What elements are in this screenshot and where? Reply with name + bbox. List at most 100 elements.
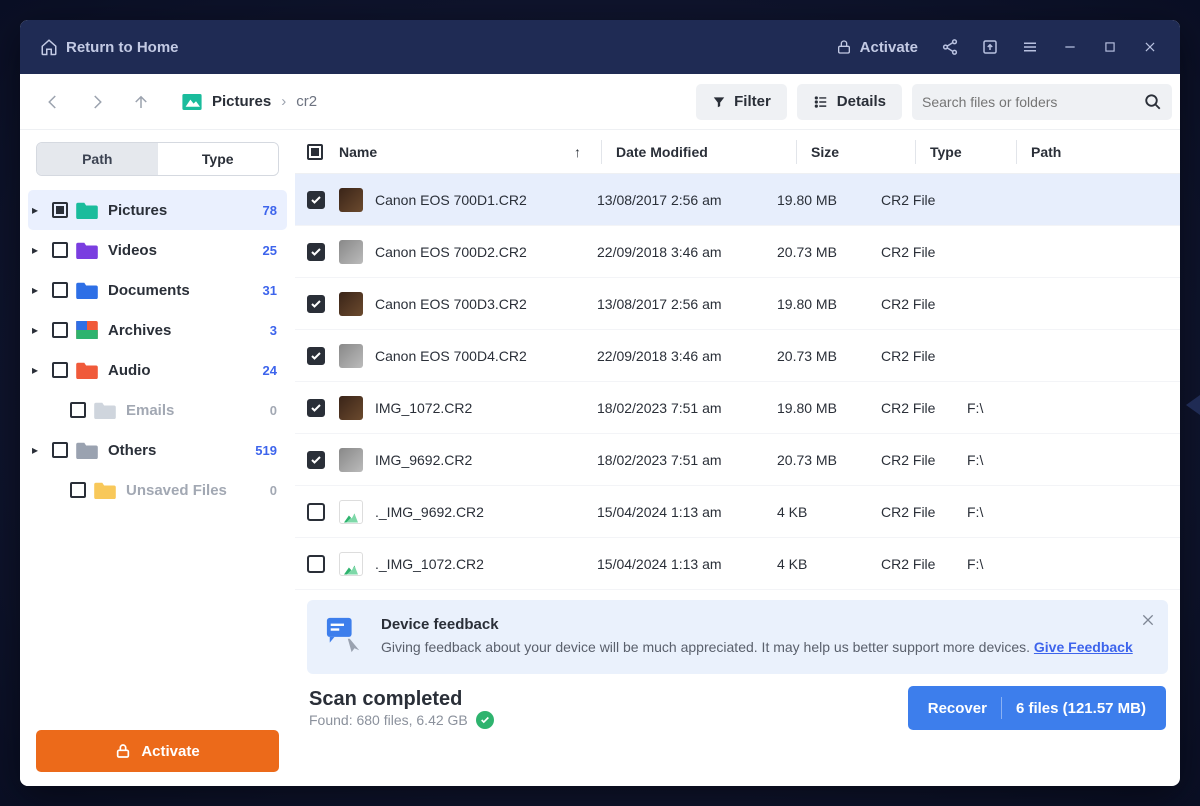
recover-button[interactable]: Recover 6 files (121.57 MB) <box>908 686 1166 730</box>
table-row[interactable]: IMG_9692.CR218/02/2023 7:51 am20.73 MBCR… <box>295 434 1180 486</box>
row-checkbox[interactable] <box>307 503 325 521</box>
toolbar: Pictures › cr2 Filter Details <box>20 74 1180 130</box>
breadcrumb-item[interactable]: cr2 <box>296 93 317 110</box>
minimize-button[interactable] <box>1050 27 1090 67</box>
checkbox[interactable] <box>52 322 68 338</box>
pictures-icon <box>182 94 202 110</box>
sidebar-item-audio[interactable]: ▸Audio24 <box>28 350 287 390</box>
row-checkbox[interactable] <box>307 295 325 313</box>
sidebar-item-unsaved-files[interactable]: ▸Unsaved Files0 <box>28 470 287 510</box>
file-name: IMG_1072.CR2 <box>375 400 597 416</box>
sidebar-item-documents[interactable]: ▸Documents31 <box>28 270 287 310</box>
column-path[interactable]: Path <box>1031 144 1180 160</box>
sidebar: Path Type ▸Pictures78▸Videos25▸Documents… <box>20 130 295 786</box>
tab-type[interactable]: Type <box>158 143 279 175</box>
row-checkbox[interactable] <box>307 451 325 469</box>
details-button[interactable]: Details <box>797 84 902 120</box>
check-circle-icon <box>476 711 494 729</box>
file-thumbnail <box>339 292 363 316</box>
table-row[interactable]: Canon EOS 700D1.CR213/08/2017 2:56 am19.… <box>295 174 1180 226</box>
search-box[interactable] <box>912 84 1172 120</box>
tab-path[interactable]: Path <box>37 143 158 175</box>
file-list: Name↑ Date Modified Size Type Path Canon… <box>295 130 1180 786</box>
sidebar-item-videos[interactable]: ▸Videos25 <box>28 230 287 270</box>
filter-button[interactable]: Filter <box>696 84 787 120</box>
file-path: F:\ <box>967 452 1180 468</box>
table-row[interactable]: Canon EOS 700D4.CR222/09/2018 3:46 am20.… <box>295 330 1180 382</box>
row-checkbox[interactable] <box>307 243 325 261</box>
activate-label: Activate <box>141 743 199 760</box>
sidebar-item-others[interactable]: ▸Others519 <box>28 430 287 470</box>
file-name: Canon EOS 700D4.CR2 <box>375 348 597 364</box>
checkbox[interactable] <box>52 442 68 458</box>
lock-icon <box>115 743 131 759</box>
maximize-button[interactable] <box>1090 27 1130 67</box>
checkbox[interactable] <box>52 282 68 298</box>
sidebar-item-label: Documents <box>108 282 263 299</box>
checkbox[interactable] <box>70 402 86 418</box>
sidebar-item-count: 3 <box>270 323 277 338</box>
column-name[interactable]: Name↑ <box>339 144 601 160</box>
titlebar-activate-button[interactable]: Activate <box>824 39 930 56</box>
checkbox[interactable] <box>52 202 68 218</box>
column-size[interactable]: Size <box>811 144 915 160</box>
activate-button[interactable]: Activate <box>36 730 279 772</box>
breadcrumb-item[interactable]: Pictures <box>212 93 271 110</box>
file-thumbnail <box>339 448 363 472</box>
sidebar-item-count: 0 <box>270 483 277 498</box>
checkbox[interactable] <box>52 362 68 378</box>
lock-icon <box>836 39 852 55</box>
hamburger-icon <box>1021 38 1039 56</box>
checkbox[interactable] <box>52 242 68 258</box>
status-bar: Scan completed Found: 680 files, 6.42 GB… <box>295 682 1180 746</box>
header-checkbox[interactable] <box>307 144 323 160</box>
table-row[interactable]: ._IMG_1072.CR215/04/2024 1:13 am4 KBCR2 … <box>295 538 1180 590</box>
sidebar-item-archives[interactable]: ▸Archives3 <box>28 310 287 350</box>
close-button[interactable] <box>1130 27 1170 67</box>
sidebar-item-pictures[interactable]: ▸Pictures78 <box>28 190 287 230</box>
nav-back-button[interactable] <box>36 85 70 119</box>
column-date[interactable]: Date Modified <box>616 144 796 160</box>
menu-button[interactable] <box>1010 27 1050 67</box>
table-row[interactable]: IMG_1072.CR218/02/2023 7:51 am19.80 MBCR… <box>295 382 1180 434</box>
file-date: 22/09/2018 3:46 am <box>597 244 777 260</box>
filter-icon <box>712 95 726 109</box>
sidebar-item-emails[interactable]: ▸Emails0 <box>28 390 287 430</box>
search-input[interactable] <box>922 94 1144 110</box>
nav-up-button[interactable] <box>124 85 158 119</box>
file-name: Canon EOS 700D3.CR2 <box>375 296 597 312</box>
maximize-icon <box>1103 40 1117 54</box>
file-type: CR2 File <box>881 192 967 208</box>
export-button[interactable] <box>970 27 1010 67</box>
column-type[interactable]: Type <box>930 144 1016 160</box>
give-feedback-link[interactable]: Give Feedback <box>1034 639 1133 655</box>
side-toggle-icon[interactable] <box>1186 395 1200 415</box>
return-home-button[interactable]: Return to Home <box>30 32 189 62</box>
file-type: CR2 File <box>881 348 967 364</box>
row-checkbox[interactable] <box>307 191 325 209</box>
table-row[interactable]: ._IMG_9692.CR215/04/2024 1:13 am4 KBCR2 … <box>295 486 1180 538</box>
sidebar-item-count: 25 <box>263 243 277 258</box>
sidebar-item-label: Videos <box>108 242 263 259</box>
checkbox[interactable] <box>70 482 86 498</box>
file-name: IMG_9692.CR2 <box>375 452 597 468</box>
row-checkbox[interactable] <box>307 399 325 417</box>
file-thumbnail <box>339 344 363 368</box>
list-icon <box>813 95 829 109</box>
row-checkbox[interactable] <box>307 555 325 573</box>
table-row[interactable]: Canon EOS 700D2.CR222/09/2018 3:46 am20.… <box>295 226 1180 278</box>
file-date: 15/04/2024 1:13 am <box>597 556 777 572</box>
close-icon <box>1143 40 1157 54</box>
file-path: F:\ <box>967 556 1180 572</box>
list-header: Name↑ Date Modified Size Type Path <box>295 130 1180 174</box>
table-row[interactable]: Canon EOS 700D3.CR213/08/2017 2:56 am19.… <box>295 278 1180 330</box>
file-thumbnail <box>339 500 363 524</box>
nav-forward-button[interactable] <box>80 85 114 119</box>
share-button[interactable] <box>930 27 970 67</box>
chevron-right-icon: ▸ <box>32 363 48 377</box>
sort-asc-icon: ↑ <box>574 144 581 160</box>
sidebar-tabs: Path Type <box>36 142 279 176</box>
feedback-close-button[interactable] <box>1140 612 1156 628</box>
chevron-right-icon: ▸ <box>32 203 48 217</box>
row-checkbox[interactable] <box>307 347 325 365</box>
